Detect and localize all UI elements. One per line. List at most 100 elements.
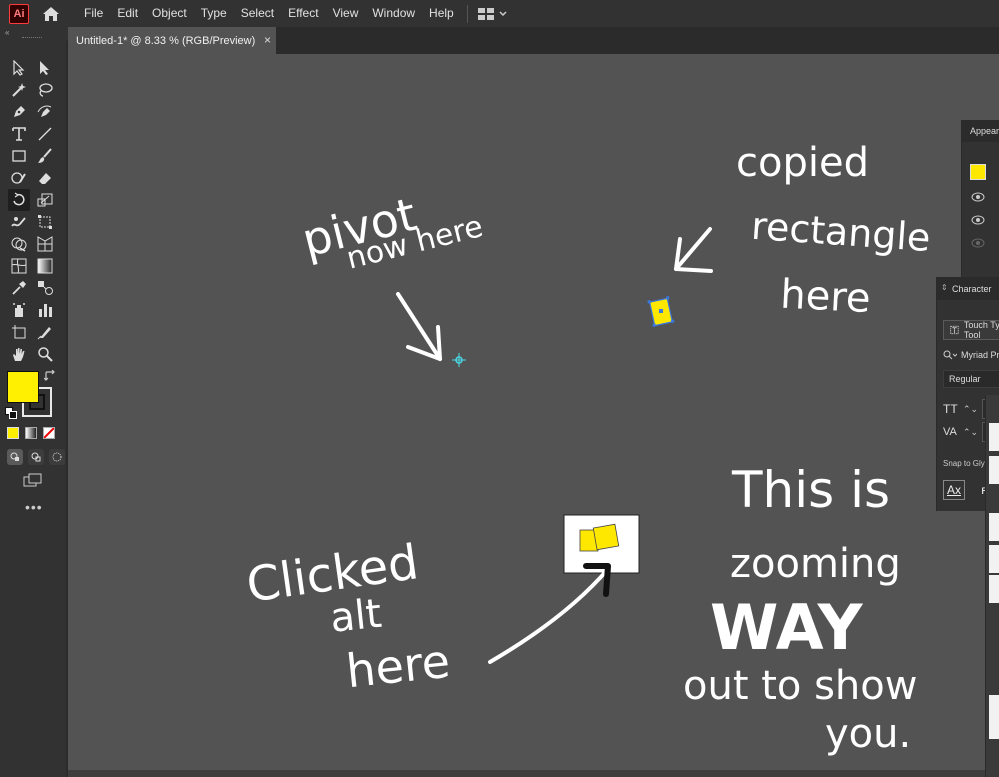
- font-style-field[interactable]: Regular: [943, 370, 999, 388]
- selection-tool-icon[interactable]: [8, 57, 30, 79]
- visibility-eye-icon-2[interactable]: [971, 215, 985, 225]
- column-graph-tool-icon[interactable]: [34, 299, 56, 321]
- artboard-tool-icon[interactable]: [8, 321, 30, 343]
- close-icon[interactable]: ×: [264, 33, 271, 47]
- none-mode-icon[interactable]: [43, 427, 55, 439]
- draw-inside-icon[interactable]: [49, 449, 65, 465]
- shaper-tool-icon[interactable]: [8, 167, 30, 189]
- font-style-value: Regular: [949, 374, 981, 384]
- visibility-eye-icon[interactable]: [971, 192, 985, 202]
- here-text: here: [779, 272, 871, 323]
- eraser-tool-icon[interactable]: [34, 167, 56, 189]
- home-icon[interactable]: [39, 4, 63, 24]
- toolbar-grip[interactable]: [22, 37, 42, 38]
- rectangle-tool-icon[interactable]: [8, 145, 30, 167]
- copied-rectangle[interactable]: [647, 296, 675, 328]
- panel-cell: [989, 423, 999, 451]
- gradient-mode-icon[interactable]: [25, 427, 37, 439]
- menu-window[interactable]: Window: [365, 0, 422, 27]
- appearance-panel-header[interactable]: Appearance: [962, 120, 999, 142]
- draw-behind-icon[interactable]: [28, 449, 44, 465]
- touch-type-icon: [950, 325, 959, 335]
- stepper-arrows-icon[interactable]: ⌃⌄: [963, 404, 978, 415]
- font-family-field[interactable]: Myriad Pro: [943, 346, 999, 364]
- main-menu: File Edit Object Type Select Effect View…: [77, 0, 461, 27]
- menu-divider: [466, 4, 468, 23]
- zooming-text: zooming: [730, 541, 901, 587]
- this-is-text: This is: [731, 461, 890, 519]
- menu-effect[interactable]: Effect: [281, 0, 325, 27]
- perspective-grid-tool-icon[interactable]: [34, 233, 56, 255]
- appearance-panel-title: Appearance: [970, 126, 999, 136]
- menu-edit[interactable]: Edit: [110, 0, 145, 27]
- hand-tool-icon[interactable]: [8, 343, 30, 365]
- magic-wand-tool-icon[interactable]: [8, 79, 30, 101]
- chevron-down-icon: [499, 10, 507, 16]
- search-icon: [943, 350, 957, 360]
- shape-builder-tool-icon[interactable]: [8, 233, 30, 255]
- touch-type-button[interactable]: Touch Type Tool: [943, 320, 999, 340]
- alt-text: alt: [328, 591, 384, 642]
- curvature-tool-icon[interactable]: [34, 101, 56, 123]
- menu-file[interactable]: File: [77, 0, 110, 27]
- way-text: WAY: [710, 591, 864, 664]
- gradient-tool-icon[interactable]: [34, 255, 56, 277]
- scale-tool-icon[interactable]: [34, 189, 56, 211]
- line-tool-icon[interactable]: [34, 123, 56, 145]
- character-panel-title: Character: [952, 284, 992, 294]
- artboard-canvas[interactable]: pivot now here copied rectangle here Cli…: [68, 54, 999, 777]
- panel-expand-icon[interactable]: ⇕: [941, 283, 948, 292]
- menu-help[interactable]: Help: [422, 0, 461, 27]
- rectangle-text: rectangle: [750, 204, 932, 260]
- mesh-tool-icon[interactable]: [8, 255, 30, 277]
- eyedropper-tool-icon[interactable]: [8, 277, 30, 299]
- menu-object[interactable]: Object: [145, 0, 194, 27]
- rotate-tool-icon[interactable]: [8, 189, 30, 211]
- visibility-eye-icon-3[interactable]: [971, 238, 985, 248]
- collapse-panel-icon[interactable]: «: [5, 28, 9, 37]
- zoom-tool-icon[interactable]: [34, 343, 56, 365]
- type-tool-icon[interactable]: [8, 123, 30, 145]
- default-fill-stroke-icon[interactable]: [5, 406, 17, 424]
- snap-baseline-button[interactable]: Ax: [943, 480, 965, 500]
- here-text-2: here: [344, 634, 453, 699]
- lasso-tool-icon[interactable]: [34, 79, 56, 101]
- document-tab-title: Untitled-1* @ 8.33 % (RGB/Preview): [76, 34, 256, 47]
- panel-cell: [989, 695, 999, 739]
- drawing-modes-row: [7, 449, 65, 465]
- workspace-switcher[interactable]: [477, 7, 507, 20]
- slice-tool-icon[interactable]: [34, 321, 56, 343]
- appearance-fill-swatch[interactable]: [970, 164, 986, 180]
- pen-tool-icon[interactable]: [8, 101, 30, 123]
- font-size-icon: TT: [943, 402, 958, 416]
- toolbar-header: «: [0, 27, 68, 42]
- touch-type-label: Touch Type Tool: [963, 320, 999, 340]
- blend-tool-icon[interactable]: [34, 277, 56, 299]
- fill-color-swatch[interactable]: [7, 371, 39, 403]
- pivot-point-marker[interactable]: [452, 353, 466, 367]
- swap-fill-stroke-icon[interactable]: [43, 369, 56, 387]
- menu-type[interactable]: Type: [194, 0, 234, 27]
- stepper-arrows-icon-2[interactable]: ⌃⌄: [963, 427, 978, 438]
- paintbrush-tool-icon[interactable]: [34, 145, 56, 167]
- menu-select[interactable]: Select: [234, 0, 281, 27]
- color-mode-icon[interactable]: [7, 427, 19, 439]
- appearance-panel: Appearance: [961, 120, 999, 280]
- kerning-icon: VA: [943, 426, 957, 438]
- character-panel-header[interactable]: ⇕ Character: [937, 278, 999, 300]
- free-transform-tool-icon[interactable]: [34, 211, 56, 233]
- screen-mode-icon[interactable]: [23, 473, 43, 492]
- you-text: you.: [825, 711, 911, 757]
- horizontal-scrollbar[interactable]: [68, 770, 985, 777]
- menu-view[interactable]: View: [326, 0, 366, 27]
- tools-grid: [8, 57, 60, 365]
- edit-toolbar-icon[interactable]: •••: [25, 499, 43, 515]
- document-tab[interactable]: Untitled-1* @ 8.33 % (RGB/Preview) ×: [68, 27, 276, 54]
- panel-cell: [989, 513, 999, 541]
- warp-tool-icon[interactable]: [8, 211, 30, 233]
- handwritten-annotations: pivot now here copied rectangle here Cli…: [243, 140, 932, 757]
- symbol-sprayer-tool-icon[interactable]: [8, 299, 30, 321]
- direct-selection-tool-icon[interactable]: [34, 57, 56, 79]
- draw-normal-icon[interactable]: [7, 449, 23, 465]
- font-family-value: Myriad Pro: [961, 350, 999, 360]
